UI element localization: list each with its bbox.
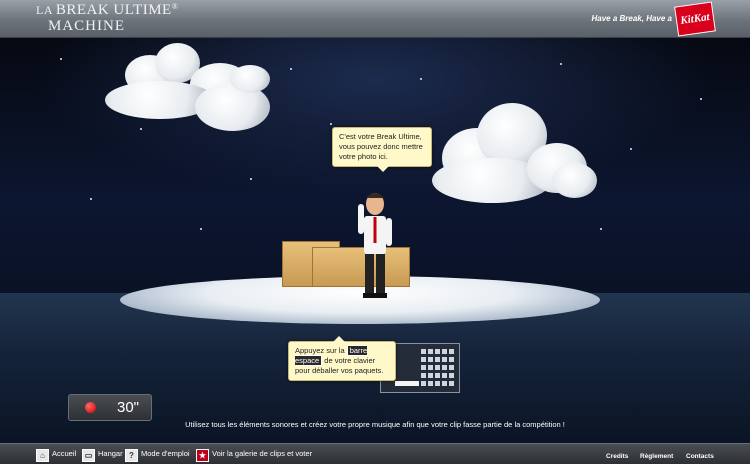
credits-link[interactable]: Credits — [606, 453, 628, 460]
logo-registered: ® — [171, 2, 179, 11]
nav-gallery-label: Voir la galerie de clips et voter — [212, 449, 313, 458]
photo-hint-bubble: C'est votre Break Ultime, vous pouvez do… — [332, 127, 432, 172]
bottom-bar: ⌂ Accueil ▭ Hangar ? Mode d'emploi ★ Voi… — [0, 443, 750, 464]
instruction-caption: Utilisez tous les éléments sonores et cr… — [185, 420, 565, 429]
home-icon: ⌂ — [36, 449, 49, 462]
record-icon[interactable] — [85, 402, 96, 413]
logo-main: BREAK ULTIME — [55, 2, 172, 18]
photo-hint-text: C'est votre Break Ultime, vous pouvez do… — [339, 132, 423, 161]
hangar-icon: ▭ — [82, 449, 95, 462]
logo-prefix: LA — [36, 3, 53, 17]
star-icon: ★ — [196, 449, 209, 462]
help-icon: ? — [125, 449, 138, 462]
nav-hangar[interactable]: ▭ Hangar — [82, 446, 123, 462]
spacebar-hint-bubble: Appuyez sur la barre espace de votre cla… — [288, 336, 396, 381]
contacts-link[interactable]: Contacts — [686, 453, 714, 460]
reglement-link[interactable]: Règlement — [640, 453, 673, 460]
nav-home-label: Accueil — [52, 449, 77, 458]
timer-value: 30" — [117, 399, 140, 416]
kitkat-logo[interactable]: KitKat — [674, 1, 716, 37]
nav-hangar-label: Hangar — [98, 449, 123, 458]
nav-home[interactable]: ⌂ Accueil — [36, 446, 76, 462]
spacebar-hint-pre: Appuyez sur la — [295, 346, 345, 355]
character-figure[interactable] — [355, 190, 395, 300]
tagline: Have a Break, Have a — [591, 14, 673, 23]
logo[interactable]: LA BREAK ULTIME® MACHINE — [36, 3, 178, 34]
spacebar-key — [395, 381, 419, 386]
record-timer[interactable]: 30" — [68, 394, 152, 421]
nav-help-label: Mode d'emploi — [141, 449, 190, 458]
scene-stage: C'est votre Break Ultime, vous pouvez do… — [0, 38, 750, 443]
nav-gallery[interactable]: ★ Voir la galerie de clips et voter — [196, 446, 312, 462]
logo-machine: MACHINE — [48, 18, 125, 34]
top-bar: LA BREAK ULTIME® MACHINE Have a Break, H… — [0, 0, 750, 38]
nav-help[interactable]: ? Mode d'emploi — [125, 446, 190, 462]
